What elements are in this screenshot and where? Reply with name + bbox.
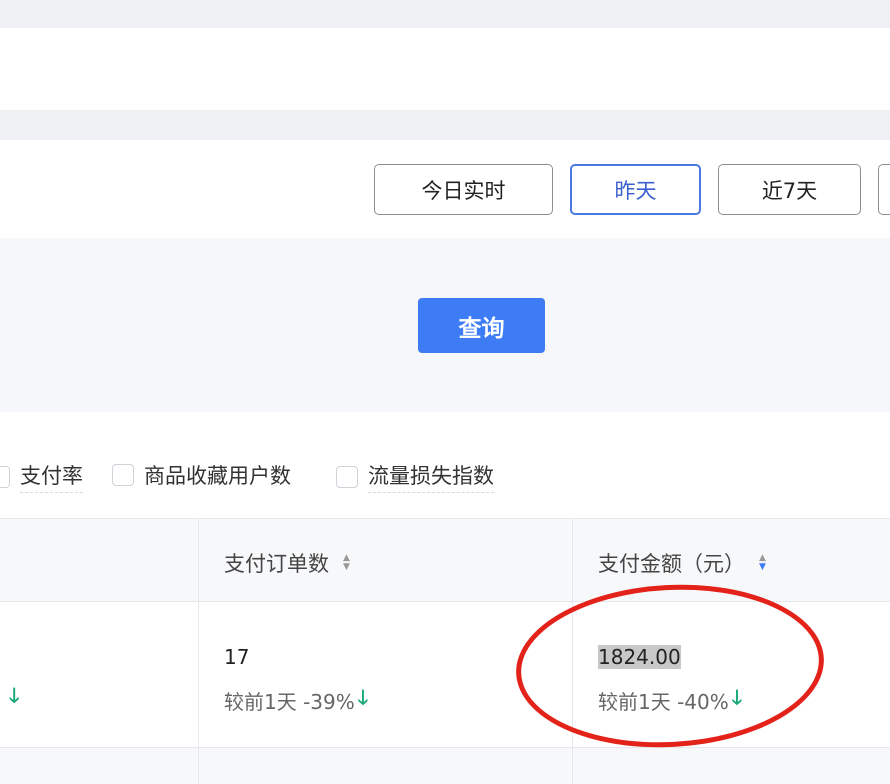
column-header-amount[interactable]: 支付金额（元） ▲▼ [598, 548, 766, 578]
checkbox-pay-rate[interactable]: 支付率 [0, 460, 83, 493]
down-arrow-icon: 🡓 [358, 683, 368, 717]
checkbox-label: 流量损失指数 [368, 460, 494, 493]
compare-text: 较前1天 -39% [224, 686, 355, 715]
date-today-button[interactable]: 今日实时 [374, 164, 553, 215]
orders-compare: 较前1天 -39%🡓 [224, 683, 368, 717]
column-header-orders[interactable]: 支付订单数 ▲▼ [224, 548, 350, 578]
sort-icon[interactable]: ▲▼ [759, 554, 766, 572]
date-7days-button[interactable]: 近7天 [718, 164, 861, 215]
column-divider [198, 518, 199, 784]
checkbox-label: 支付率 [20, 460, 83, 493]
top-panel [0, 28, 890, 110]
sort-icon[interactable]: ▲▼ [343, 554, 350, 572]
checkbox[interactable] [336, 466, 358, 488]
checkbox[interactable] [112, 464, 134, 486]
down-arrow-icon: 🡓 [9, 681, 19, 715]
checkbox[interactable] [0, 466, 10, 488]
date-more-button[interactable] [878, 164, 890, 215]
table-row [0, 748, 890, 784]
checkbox-label: 商品收藏用户数 [144, 460, 291, 490]
query-button[interactable]: 查询 [418, 298, 545, 353]
checkbox-traffic-loss[interactable]: 流量损失指数 [336, 460, 494, 493]
column-label: 支付订单数 [224, 548, 329, 578]
column-label: 支付金额（元） [598, 548, 745, 578]
date-yesterday-button[interactable]: 昨天 [570, 164, 701, 215]
checkbox-fav-users[interactable]: 商品收藏用户数 [112, 460, 291, 490]
orders-value: 17 [224, 645, 249, 669]
